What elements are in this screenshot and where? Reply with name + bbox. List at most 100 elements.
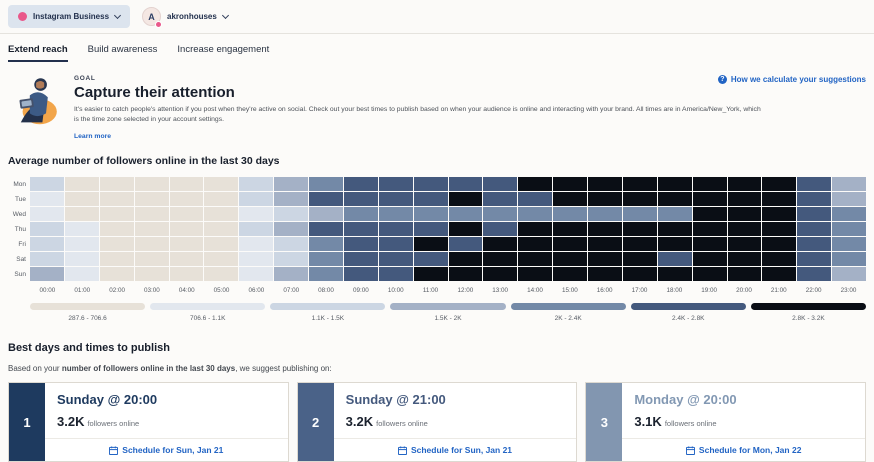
heatmap-cell[interactable] — [693, 267, 727, 281]
heatmap-cell[interactable] — [414, 177, 448, 191]
heatmap-cell[interactable] — [623, 252, 657, 266]
heatmap-cell[interactable] — [623, 237, 657, 251]
heatmap-cell[interactable] — [135, 192, 169, 206]
heatmap-cell[interactable] — [65, 207, 99, 221]
heatmap-cell[interactable] — [832, 177, 866, 191]
heatmap-cell[interactable] — [518, 222, 552, 236]
heatmap-cell[interactable] — [204, 252, 238, 266]
heatmap-cell[interactable] — [553, 267, 587, 281]
heatmap-cell[interactable] — [30, 192, 64, 206]
heatmap-cell[interactable] — [379, 222, 413, 236]
heatmap-cell[interactable] — [588, 177, 622, 191]
heatmap-cell[interactable] — [762, 237, 796, 251]
heatmap-cell[interactable] — [832, 237, 866, 251]
heatmap-cell[interactable] — [100, 177, 134, 191]
heatmap-cell[interactable] — [658, 192, 692, 206]
heatmap-cell[interactable] — [309, 222, 343, 236]
heatmap-cell[interactable] — [832, 252, 866, 266]
heatmap-cell[interactable] — [274, 192, 308, 206]
heatmap-cell[interactable] — [379, 192, 413, 206]
heatmap-cell[interactable] — [553, 177, 587, 191]
heatmap-cell[interactable] — [344, 267, 378, 281]
heatmap-cell[interactable] — [518, 252, 552, 266]
heatmap-cell[interactable] — [344, 222, 378, 236]
heatmap-cell[interactable] — [728, 207, 762, 221]
heatmap-cell[interactable] — [204, 222, 238, 236]
heatmap-cell[interactable] — [100, 252, 134, 266]
heatmap-cell[interactable] — [449, 267, 483, 281]
heatmap-cell[interactable] — [693, 192, 727, 206]
heatmap-cell[interactable] — [239, 207, 273, 221]
heatmap-cell[interactable] — [274, 177, 308, 191]
heatmap-cell[interactable] — [449, 237, 483, 251]
heatmap-cell[interactable] — [170, 192, 204, 206]
heatmap-cell[interactable] — [100, 237, 134, 251]
heatmap-cell[interactable] — [483, 222, 517, 236]
heatmap-cell[interactable] — [728, 177, 762, 191]
heatmap-cell[interactable] — [832, 207, 866, 221]
network-selector[interactable]: Instagram Business — [8, 5, 130, 28]
heatmap-cell[interactable] — [483, 237, 517, 251]
heatmap-cell[interactable] — [832, 192, 866, 206]
heatmap-cell[interactable] — [379, 207, 413, 221]
heatmap-cell[interactable] — [483, 177, 517, 191]
heatmap-cell[interactable] — [239, 222, 273, 236]
heatmap-cell[interactable] — [762, 207, 796, 221]
heatmap-cell[interactable] — [30, 252, 64, 266]
heatmap-cell[interactable] — [658, 252, 692, 266]
heatmap-cell[interactable] — [832, 222, 866, 236]
heatmap-cell[interactable] — [588, 222, 622, 236]
heatmap-cell[interactable] — [762, 192, 796, 206]
heatmap-cell[interactable] — [65, 222, 99, 236]
heatmap-cell[interactable] — [30, 237, 64, 251]
heatmap-cell[interactable] — [239, 192, 273, 206]
heatmap-cell[interactable] — [274, 237, 308, 251]
heatmap-cell[interactable] — [553, 207, 587, 221]
heatmap-cell[interactable] — [762, 252, 796, 266]
heatmap-cell[interactable] — [65, 237, 99, 251]
heatmap-cell[interactable] — [797, 192, 831, 206]
heatmap-cell[interactable] — [30, 222, 64, 236]
heatmap-cell[interactable] — [797, 177, 831, 191]
heatmap-cell[interactable] — [728, 252, 762, 266]
heatmap-cell[interactable] — [693, 177, 727, 191]
heatmap-cell[interactable] — [274, 207, 308, 221]
heatmap-cell[interactable] — [762, 222, 796, 236]
heatmap-cell[interactable] — [379, 237, 413, 251]
heatmap-cell[interactable] — [100, 222, 134, 236]
heatmap-cell[interactable] — [483, 207, 517, 221]
heatmap-cell[interactable] — [309, 237, 343, 251]
heatmap-cell[interactable] — [170, 267, 204, 281]
heatmap-cell[interactable] — [170, 222, 204, 236]
heatmap-cell[interactable] — [658, 207, 692, 221]
heatmap-cell[interactable] — [623, 222, 657, 236]
heatmap-cell[interactable] — [30, 207, 64, 221]
heatmap-cell[interactable] — [623, 177, 657, 191]
heatmap-cell[interactable] — [658, 267, 692, 281]
tab-extend-reach[interactable]: Extend reach — [8, 44, 68, 62]
heatmap-cell[interactable] — [449, 192, 483, 206]
heatmap-cell[interactable] — [135, 237, 169, 251]
heatmap-cell[interactable] — [135, 267, 169, 281]
heatmap-cell[interactable] — [623, 192, 657, 206]
heatmap-cell[interactable] — [518, 207, 552, 221]
heatmap-cell[interactable] — [797, 267, 831, 281]
heatmap-cell[interactable] — [204, 237, 238, 251]
schedule-button[interactable]: Schedule for Mon, Jan 22 — [622, 438, 865, 461]
heatmap-cell[interactable] — [239, 267, 273, 281]
heatmap-cell[interactable] — [204, 267, 238, 281]
heatmap-cell[interactable] — [204, 192, 238, 206]
heatmap-cell[interactable] — [553, 237, 587, 251]
heatmap-cell[interactable] — [623, 207, 657, 221]
heatmap-cell[interactable] — [553, 252, 587, 266]
heatmap-cell[interactable] — [762, 267, 796, 281]
heatmap-cell[interactable] — [483, 267, 517, 281]
heatmap-cell[interactable] — [239, 177, 273, 191]
heatmap-cell[interactable] — [414, 207, 448, 221]
heatmap-cell[interactable] — [414, 267, 448, 281]
tab-build-awareness[interactable]: Build awareness — [88, 44, 158, 62]
heatmap-cell[interactable] — [344, 177, 378, 191]
heatmap-cell[interactable] — [588, 252, 622, 266]
heatmap-cell[interactable] — [693, 222, 727, 236]
heatmap-cell[interactable] — [239, 237, 273, 251]
